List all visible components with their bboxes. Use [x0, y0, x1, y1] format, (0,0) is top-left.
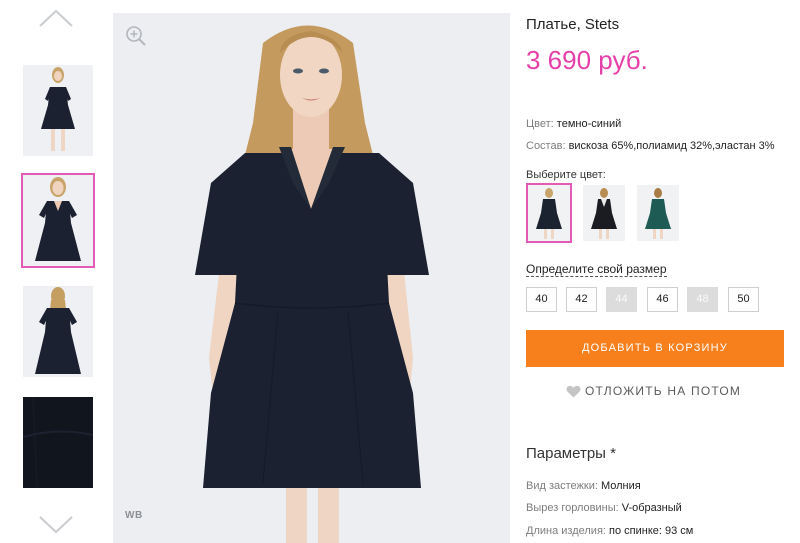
gallery-thumbnail-2[interactable] — [21, 173, 95, 268]
thumbnail-photo-front — [23, 65, 93, 156]
attribute-color: Цвет: темно-синий — [526, 118, 621, 130]
parameter-length: Длина изделия: по спинке: 93 см — [526, 525, 693, 537]
thumbnail-photo-back — [23, 286, 93, 377]
save-for-later-button[interactable]: ОТЛОЖИТЬ НА ПОТОМ — [566, 382, 741, 400]
gallery-thumbnail-4[interactable] — [23, 397, 93, 488]
size-option-44: 44 — [606, 287, 637, 312]
size-option-42[interactable]: 42 — [566, 287, 597, 312]
color-swatch-navy[interactable] — [526, 183, 572, 243]
zoom-in-icon — [126, 26, 146, 46]
gallery-thumbnail-3[interactable] — [23, 286, 93, 377]
product-title: Платье, Stets — [526, 16, 620, 33]
parameters-heading: Параметры * — [526, 445, 616, 462]
watermark-logo: WB — [125, 510, 143, 521]
swatch-photo — [583, 185, 625, 241]
size-guide-link[interactable]: Определите свой размер — [526, 262, 667, 277]
product-model-illustration — [113, 13, 510, 543]
parameter-fastener: Вид застежки: Молния — [526, 480, 641, 492]
gallery-up-arrow[interactable] — [38, 8, 74, 28]
attribute-value: темно-синий — [556, 118, 622, 130]
attribute-value: вискоза 65%,полиамид 32%,эластан 3% — [568, 140, 775, 152]
size-option-40[interactable]: 40 — [526, 287, 557, 312]
size-option-48: 48 — [687, 287, 718, 312]
parameter-label: Вид застежки: — [526, 480, 598, 492]
gallery-down-arrow[interactable] — [38, 515, 74, 535]
parameter-label: Вырез горловины: — [526, 502, 619, 514]
chevron-up-icon — [39, 9, 73, 27]
save-for-later-label: ОТЛОЖИТЬ НА ПОТОМ — [585, 384, 742, 398]
parameter-value: V-образный — [621, 502, 682, 514]
gallery-thumbnail-1[interactable] — [23, 65, 93, 156]
parameter-value: Молния — [600, 480, 641, 492]
swatch-photo — [637, 185, 679, 241]
chevron-down-icon — [39, 516, 73, 534]
parameter-value: по спинке: 93 см — [609, 525, 694, 537]
color-swatch-teal[interactable] — [637, 185, 679, 241]
thumbnail-photo-fabric — [23, 397, 93, 488]
attribute-label: Состав: — [526, 140, 566, 152]
parameter-label: Длина изделия: — [526, 525, 606, 537]
add-to-cart-button[interactable]: ДОБАВИТЬ В КОРЗИНУ — [526, 330, 784, 367]
thumbnail-photo-front-closeup — [23, 175, 93, 266]
swatch-photo — [528, 185, 570, 241]
main-product-photo[interactable]: WB — [113, 13, 510, 543]
size-option-46[interactable]: 46 — [647, 287, 678, 312]
attribute-label: Цвет: — [526, 118, 554, 130]
product-price: 3 690 руб. — [526, 45, 648, 75]
color-swatch-black[interactable] — [583, 185, 625, 241]
heart-icon — [566, 385, 581, 398]
zoom-button[interactable] — [125, 25, 147, 52]
size-option-50[interactable]: 50 — [728, 287, 759, 312]
color-picker-label: Выберите цвет: — [526, 169, 606, 181]
attribute-composition: Состав: вискоза 65%,полиамид 32%,эластан… — [526, 140, 775, 152]
parameter-neckline: Вырез горловины: V-образный — [526, 502, 682, 514]
